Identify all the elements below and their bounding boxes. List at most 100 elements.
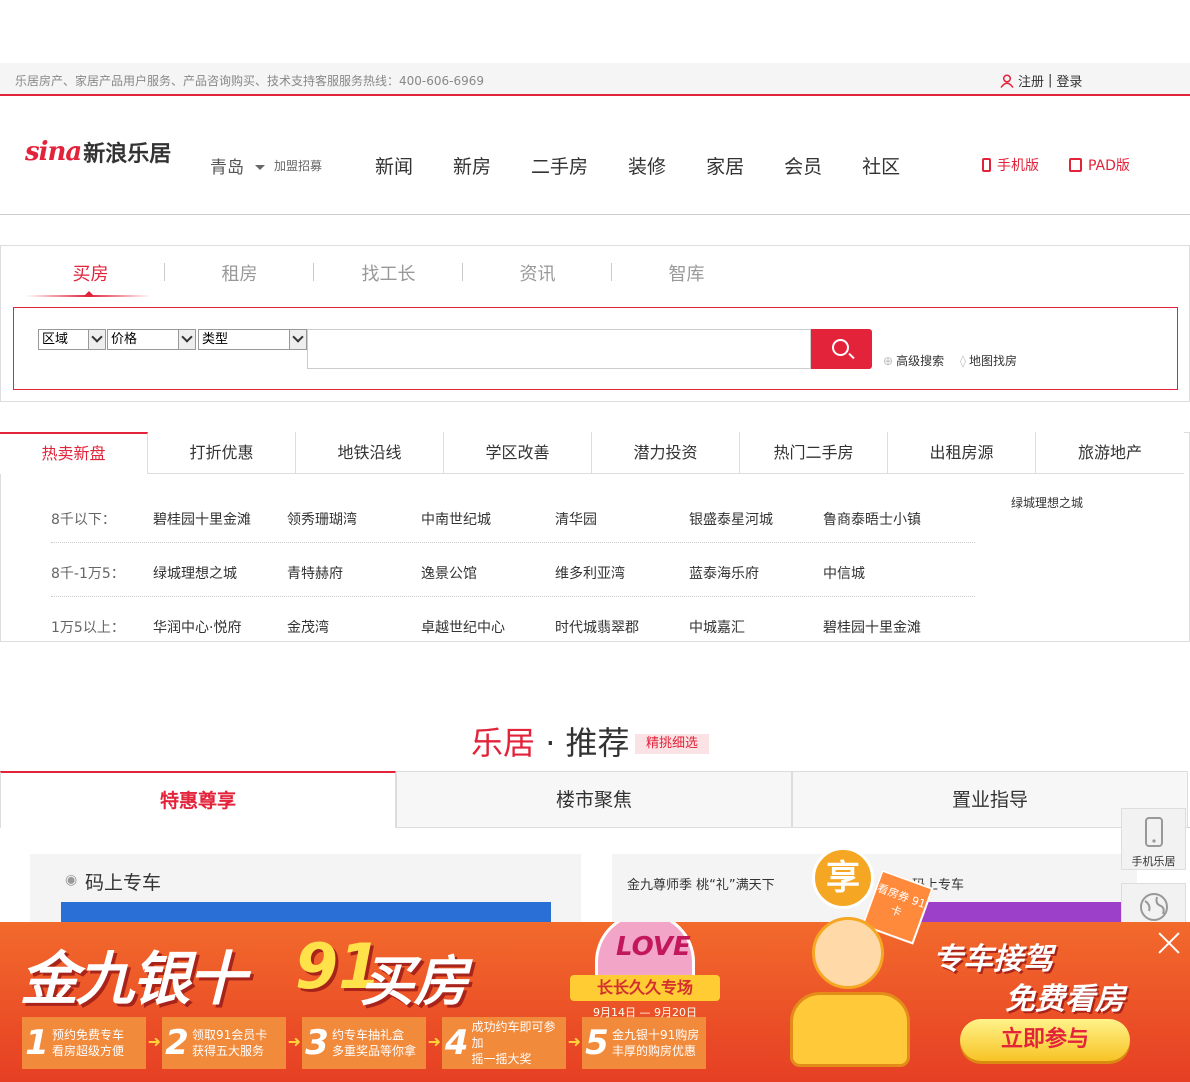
listing-link[interactable]: 金茂湾 <box>287 617 329 637</box>
mobile-version-link[interactable]: 手机版 <box>982 155 1039 175</box>
tab-contractor[interactable]: 找工长 <box>314 260 463 286</box>
zoom-icon: ⊕ <box>883 353 894 368</box>
login-link[interactable]: 登录 <box>1056 71 1082 90</box>
listing-link[interactable]: 清华园 <box>555 509 597 529</box>
search-icon <box>832 339 849 356</box>
listing-link[interactable]: 中南世纪城 <box>421 509 491 529</box>
listing-link[interactable]: 鲁商泰晤士小镇 <box>823 509 921 529</box>
tab-think-tank[interactable]: 智库 <box>612 260 761 286</box>
nav-item-home[interactable]: 家居 <box>706 152 744 179</box>
tab-discount[interactable]: 打折优惠 <box>148 432 296 474</box>
love-badge: LOVE 长长久久专场 9月14日 — 9月20日 <box>565 922 725 1032</box>
recommend-tabs: 特惠尊享 楼市聚焦 置业指导 <box>0 771 1190 828</box>
type-select[interactable]: 类型 <box>198 329 307 350</box>
search-tabs: 买房 租房 找工长 资讯 智库 <box>16 260 761 286</box>
side-mobile-leju[interactable]: 手机乐居 <box>1121 808 1186 870</box>
love-text: LOVE <box>616 932 691 962</box>
user-icon <box>1000 73 1014 88</box>
nav-item-community[interactable]: 社区 <box>862 152 900 179</box>
location-icon: ◉ <box>65 872 78 888</box>
top-bar: 乐居房产、家居产品用户服务、产品咨询购买、技术支持客服服务热线：400-606-… <box>0 63 1190 96</box>
map-search-link[interactable]: ◊ 地图找房 <box>960 352 1017 369</box>
featured-listing-link[interactable]: 绿城理想之城 <box>1011 494 1083 511</box>
step-line: 领取91会员卡 <box>192 1028 268 1042</box>
tab-market-focus[interactable]: 楼市聚焦 <box>396 771 792 828</box>
price-select[interactable]: 价格 <box>107 329 196 350</box>
section-title-b: 推荐 <box>565 724 630 762</box>
hot-tabs: 热卖新盘 打折优惠 地铁沿线 学区改善 潜力投资 热门二手房 出租房源 旅游地产 <box>0 432 1184 474</box>
banner-step: 2 领取91会员卡 获得五大服务 <box>162 1017 301 1069</box>
chevron-down-icon[interactable] <box>255 165 265 170</box>
search-panel: 买房 租房 找工长 资讯 智库 区域 价格 类型 ⊕ 高级搜索 ◊ 地图找房 <box>0 245 1190 402</box>
divider: | <box>1048 73 1053 88</box>
join-link[interactable]: 加盟招募 <box>274 157 322 174</box>
nav-item-news[interactable]: 新闻 <box>375 152 413 179</box>
close-icon[interactable] <box>1156 929 1182 955</box>
chevron-down-icon <box>88 330 105 349</box>
pad-version-link[interactable]: PAD版 <box>1069 155 1130 175</box>
listing-link[interactable]: 卓越世纪中心 <box>421 617 505 637</box>
listing-link[interactable]: 华润中心·悦府 <box>153 617 241 637</box>
tab-think-tank-label: 智库 <box>668 264 705 285</box>
tab-buy-label: 买房 <box>72 264 109 285</box>
listing-link[interactable]: 银盛泰星河城 <box>689 509 773 529</box>
join-now-button[interactable]: 立即参与 <box>960 1019 1130 1061</box>
register-link[interactable]: 注册 <box>1018 71 1044 90</box>
tab-hot-new[interactable]: 热卖新盘 <box>0 432 148 474</box>
listing-link[interactable]: 领秀珊瑚湾 <box>287 509 357 529</box>
listing-link[interactable]: 时代城翡翠郡 <box>555 617 639 637</box>
search-input[interactable] <box>307 329 811 369</box>
chevron-down-icon <box>289 330 306 349</box>
banner-slogan-2: 免费看房 <box>1005 982 1125 1017</box>
listing-link[interactable]: 碧桂园十里金滩 <box>823 617 921 637</box>
tab-rentals[interactable]: 出租房源 <box>888 432 1036 474</box>
tab-hot-resale[interactable]: 热门二手房 <box>740 432 888 474</box>
listing-link[interactable]: 中城嘉汇 <box>689 617 745 637</box>
advanced-search-link[interactable]: ⊕ 高级搜索 <box>883 352 944 369</box>
banner-headline: 金九银十 <box>20 945 246 1013</box>
tab-info[interactable]: 资讯 <box>463 260 612 286</box>
side-mobile-label: 手机乐居 <box>1131 855 1176 868</box>
mascot-car <box>790 992 910 1067</box>
listing-link[interactable]: 绿城理想之城 <box>153 563 237 583</box>
listing-link[interactable]: 中信城 <box>823 563 865 583</box>
price-row-label: 8千以下： <box>51 512 116 528</box>
location-pin-icon: ◊ <box>960 353 966 368</box>
tab-rent[interactable]: 租房 <box>165 260 314 286</box>
tablet-icon <box>1069 158 1082 172</box>
nav-item-decoration[interactable]: 装修 <box>628 152 666 179</box>
promo-banner[interactable]: 金九银十 91 买房 1预约免费专车看房超级方便 2领取91会员卡获得五大服务 … <box>0 922 1190 1082</box>
sina-leju-logo[interactable]: sina 新浪乐居 <box>25 136 171 168</box>
price-select-value: 价格 <box>111 332 138 347</box>
step-line: 预约免费专车 <box>52 1028 125 1042</box>
tab-investment[interactable]: 潜力投资 <box>592 432 740 474</box>
step-number: 2 <box>165 1023 189 1063</box>
user-links: 注册 | 登录 <box>1000 71 1082 90</box>
section-title-a: 乐居 <box>471 724 536 762</box>
love-ribbon: 长长久久专场 <box>570 975 720 1001</box>
listing-link[interactable]: 青特赫府 <box>287 563 343 583</box>
city-selector[interactable]: 青岛 <box>210 153 244 178</box>
map-search-label: 地图找房 <box>968 354 1017 368</box>
listing-link[interactable]: 碧桂园十里金滩 <box>153 509 251 529</box>
nav-item-member[interactable]: 会员 <box>784 152 822 179</box>
tab-tourism[interactable]: 旅游地产 <box>1036 432 1184 474</box>
nav-item-new-homes[interactable]: 新房 <box>453 152 491 179</box>
step-text: 预约免费专车 看房超级方便 <box>52 1027 124 1059</box>
district-select[interactable]: 区域 <box>38 329 106 350</box>
listing-link[interactable]: 逸景公馆 <box>421 563 477 583</box>
nav-item-resale[interactable]: 二手房 <box>531 152 588 179</box>
section-badge: 精挑细选 <box>635 734 709 754</box>
tab-buy[interactable]: 买房 <box>16 260 165 286</box>
tab-school[interactable]: 学区改善 <box>444 432 592 474</box>
logo-sina: sina <box>25 137 82 167</box>
tab-special-offers[interactable]: 特惠尊享 <box>0 771 396 828</box>
listing-link[interactable]: 蓝泰海乐府 <box>689 563 759 583</box>
chevron-down-icon <box>178 330 195 349</box>
tab-subway[interactable]: 地铁沿线 <box>296 432 444 474</box>
step-number: 1 <box>25 1023 49 1063</box>
hot-listings: 热卖新盘 打折优惠 地铁沿线 学区改善 潜力投资 热门二手房 出租房源 旅游地产… <box>0 432 1190 642</box>
search-button[interactable] <box>811 329 872 369</box>
step-text: 成功约车即可参加 摇一摇大奖 <box>472 1019 566 1067</box>
listing-link[interactable]: 维多利亚湾 <box>555 563 625 583</box>
